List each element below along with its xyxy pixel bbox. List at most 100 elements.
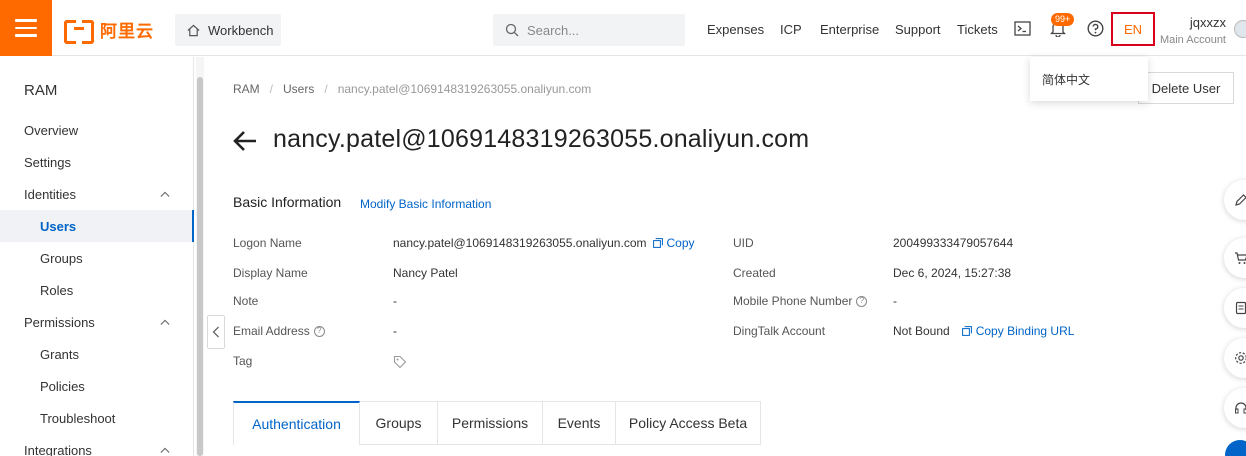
nav-tickets[interactable]: Tickets [957, 22, 998, 37]
dingtalk-value: Not Bound Copy Binding URL [893, 324, 1074, 338]
tab-policy-access[interactable]: Policy Access Beta [616, 401, 761, 445]
copy-label: Copy [666, 236, 695, 250]
breadcrumb-users[interactable]: Users [283, 82, 314, 96]
scrollbar-thumb[interactable] [197, 77, 203, 456]
copy-icon [652, 238, 663, 248]
sidebar-item-label: Users [40, 218, 77, 234]
workbench-button[interactable]: Workbench [175, 14, 281, 46]
display-name-label: Display Name [233, 266, 308, 280]
created-value: Dec 6, 2024, 15:27:38 [893, 266, 1012, 280]
nav-icp[interactable]: ICP [780, 22, 802, 37]
sidebar-item-label: Overview [24, 122, 79, 138]
note-label: Note [233, 294, 259, 308]
help-icon[interactable]: ? [313, 325, 325, 337]
sidebar-item-groups[interactable]: Groups [0, 242, 194, 274]
terminal-icon[interactable] [1012, 18, 1032, 38]
email-address-label: Email Address ? [233, 324, 325, 338]
account-type: Main Account [1159, 34, 1226, 46]
edit-tool-button[interactable] [1224, 180, 1246, 220]
sidebar-item-roles[interactable]: Roles [0, 274, 194, 306]
search-icon [505, 23, 519, 37]
copy-binding-url-link[interactable]: Copy Binding URL [961, 324, 1075, 338]
copy-link[interactable]: Copy [652, 236, 695, 250]
help-icon[interactable] [1085, 18, 1105, 38]
logon-name-label: Logon Name [233, 236, 302, 250]
cart-tool-button[interactable] [1224, 238, 1246, 278]
tab-permissions[interactable]: Permissions [438, 401, 543, 445]
top-bar: 阿里云 Workbench Expenses ICP Enterprise Su… [0, 0, 1246, 56]
chevron-up-icon [160, 191, 170, 197]
mobile-phone-value: - [893, 294, 897, 308]
chevron-up-icon [160, 319, 170, 325]
sidebar-item-troubleshoot[interactable]: Troubleshoot [0, 402, 194, 434]
uid-label: UID [733, 236, 754, 250]
sidebar-item-integrations[interactable]: Integrations [0, 434, 194, 456]
breadcrumb-ram[interactable]: RAM [233, 82, 260, 96]
sidebar-item-policies[interactable]: Policies [0, 370, 194, 402]
headset-icon [1235, 402, 1246, 414]
delete-user-button[interactable]: Delete User [1138, 72, 1234, 104]
sidebar-item-overview[interactable]: Overview [0, 114, 194, 146]
sidebar-title: RAM [24, 82, 58, 99]
sidebar-item-label: Integrations [24, 442, 92, 456]
language-switch[interactable]: EN [1111, 12, 1155, 46]
logo-text: 阿里云 [100, 21, 154, 42]
sidebar-collapse-button[interactable] [207, 315, 225, 349]
mobile-phone-label: Mobile Phone Number ? [733, 294, 868, 308]
copy-icon [961, 326, 972, 336]
sidebar-item-label: Grants [40, 346, 80, 362]
cart-icon [1235, 252, 1246, 264]
assistant-button[interactable] [1225, 440, 1246, 456]
nav-enterprise[interactable]: Enterprise [820, 22, 879, 37]
workbench-label: Workbench [208, 22, 274, 38]
notification-badge: 99+ [1051, 13, 1075, 26]
language-option-chinese[interactable]: 简体中文 [1042, 71, 1090, 88]
dingtalk-status: Not Bound [893, 324, 950, 338]
tag-value [393, 355, 407, 369]
sidebar-item-label: Policies [40, 378, 85, 394]
breadcrumb-current: nancy.patel@1069148319263055.onaliyun.co… [337, 82, 592, 96]
help-icon[interactable]: ? [856, 295, 868, 307]
page-title: nancy.patel@1069148319263055.onaliyun.co… [273, 125, 810, 153]
sidebar-item-label: Settings [24, 154, 71, 170]
sidebar: RAM Overview Settings Identities Users G… [0, 57, 194, 456]
sidebar-item-label: Groups [40, 250, 83, 266]
created-label: Created [733, 266, 776, 280]
nav-support[interactable]: Support [895, 22, 941, 37]
tab-groups[interactable]: Groups [360, 401, 438, 445]
tab-events[interactable]: Events [543, 401, 616, 445]
sidebar-scrollbar[interactable] [196, 57, 204, 456]
sidebar-item-users[interactable]: Users [0, 210, 194, 242]
detail-tabs: Authentication Groups Permissions Events… [233, 401, 761, 445]
nav-expenses[interactable]: Expenses [707, 22, 764, 37]
sidebar-item-grants[interactable]: Grants [0, 338, 194, 370]
tag-icon[interactable] [393, 355, 407, 369]
user-name[interactable]: jqxxzx [1160, 15, 1226, 30]
language-dropdown: 简体中文 [1030, 57, 1148, 101]
sidebar-item-label: Permissions [24, 314, 95, 330]
document-tool-button[interactable] [1224, 288, 1246, 328]
sidebar-item-permissions[interactable]: Permissions [0, 306, 194, 338]
copy-binding-url-label: Copy Binding URL [975, 324, 1075, 338]
menu-icon[interactable] [0, 0, 52, 56]
search-box[interactable] [493, 14, 685, 46]
headset-tool-button[interactable] [1224, 388, 1246, 428]
mobile-phone-label-text: Mobile Phone Number [733, 294, 853, 308]
modify-basic-info-link[interactable]: Modify Basic Information [360, 197, 491, 211]
search-input[interactable] [527, 22, 677, 38]
avatar[interactable] [1234, 20, 1246, 38]
sidebar-item-label: Identities [24, 186, 77, 202]
sidebar-item-settings[interactable]: Settings [0, 146, 194, 178]
display-name-value: Nancy Patel [393, 266, 458, 280]
settings-tool-button[interactable] [1224, 338, 1246, 378]
sidebar-item-label: Troubleshoot [40, 410, 116, 426]
aliyun-logo-mark [64, 20, 94, 44]
chevron-left-icon [212, 326, 219, 338]
back-arrow-icon[interactable] [232, 128, 258, 154]
email-address-value: - [393, 324, 397, 338]
sidebar-item-label: Roles [40, 282, 74, 298]
tab-authentication[interactable]: Authentication [233, 401, 360, 445]
aliyun-logo[interactable]: 阿里云 [64, 18, 154, 44]
logon-name-value: nancy.patel@1069148319263055.onaliyun.co… [393, 236, 695, 250]
sidebar-item-identities[interactable]: Identities [0, 178, 194, 210]
